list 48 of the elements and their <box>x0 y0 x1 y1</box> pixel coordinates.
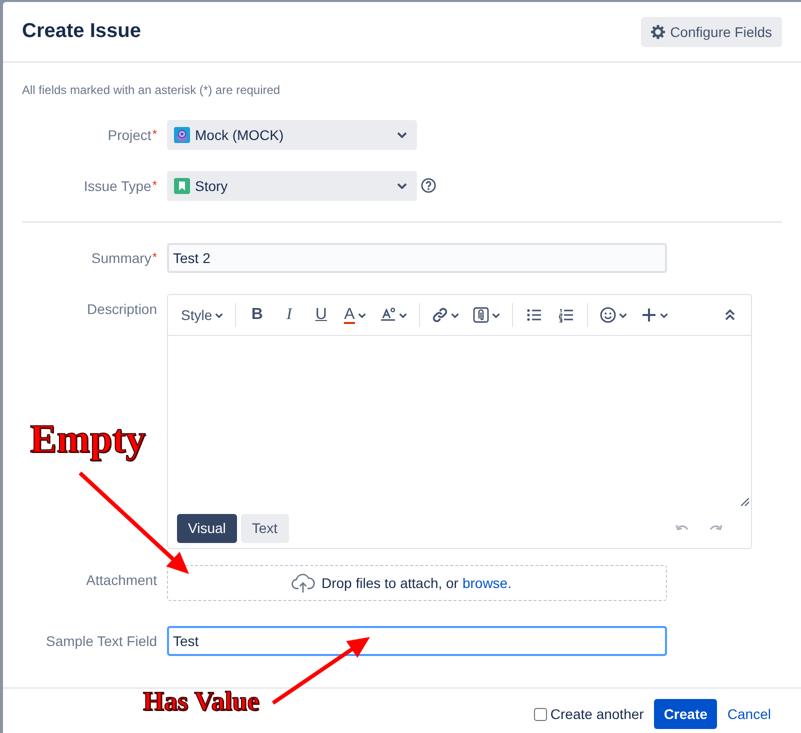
issue-type-select[interactable]: Story <box>167 171 417 201</box>
text-color-button[interactable]: A <box>338 300 372 330</box>
attachment-label: Attachment <box>85 571 157 590</box>
chevron-down-icon <box>397 132 407 138</box>
dropzone-prompt: Drop files to attach, or <box>322 575 458 591</box>
editor-mode-tab[interactable]: Text <box>240 514 289 542</box>
configure-fields-button[interactable]: Configure Fields <box>641 16 782 46</box>
browse-link[interactable]: browse. <box>462 575 512 591</box>
gear-icon <box>651 24 666 38</box>
create-another-checkbox[interactable] <box>534 708 548 720</box>
paperclip-icon[interactable] <box>472 307 489 323</box>
chevron-down-icon <box>215 312 224 318</box>
sample-text-field-label: Sample Text Field <box>44 632 157 651</box>
chevron-down-icon[interactable] <box>618 312 627 318</box>
annotation-label: Empty <box>30 419 146 459</box>
bullet-list-icon[interactable] <box>526 307 542 323</box>
plus-icon[interactable] <box>640 307 657 323</box>
link-icon[interactable] <box>432 307 448 323</box>
help-icon[interactable] <box>421 178 436 193</box>
text-effects-icon[interactable] <box>380 307 396 323</box>
chevron-down-icon[interactable] <box>660 312 668 318</box>
bookmark-icon <box>174 178 190 194</box>
dialog-title: Create Issue <box>22 20 141 43</box>
italic-button[interactable]: I <box>274 300 304 330</box>
numbered-list-icon[interactable] <box>558 307 574 323</box>
project-avatar-icon <box>174 127 190 143</box>
cancel-link[interactable]: Cancel <box>717 699 781 729</box>
underline-button[interactable]: U <box>306 300 336 330</box>
editor-mode-tab[interactable]: Visual <box>177 514 237 542</box>
sample-text-input[interactable]: Test <box>167 626 667 656</box>
cloud-upload-icon <box>290 573 314 593</box>
chevron-down-icon[interactable] <box>398 312 407 318</box>
create-button[interactable]: Create <box>654 699 718 729</box>
chevron-down-icon[interactable] <box>492 312 500 318</box>
double-chevron-up-icon[interactable] <box>724 309 736 321</box>
description-label: Description <box>86 300 157 319</box>
chevron-down-icon[interactable] <box>450 312 459 318</box>
chevron-down-icon <box>397 183 407 189</box>
annotation-label: Has Value <box>143 688 260 715</box>
required-fields-note: All fields marked with an asterisk (*) are required <box>22 83 282 97</box>
chevron-down-icon <box>358 312 366 318</box>
resize-handle-icon[interactable] <box>741 498 749 506</box>
bold-button[interactable]: B <box>242 300 272 330</box>
create-another-label: Create another <box>550 706 644 722</box>
smiley-icon[interactable] <box>600 307 616 323</box>
style-dropdown[interactable]: Style <box>175 300 230 330</box>
project-select[interactable]: Mock (MOCK) <box>167 120 417 150</box>
summary-input[interactable]: Test 2 <box>167 243 667 273</box>
